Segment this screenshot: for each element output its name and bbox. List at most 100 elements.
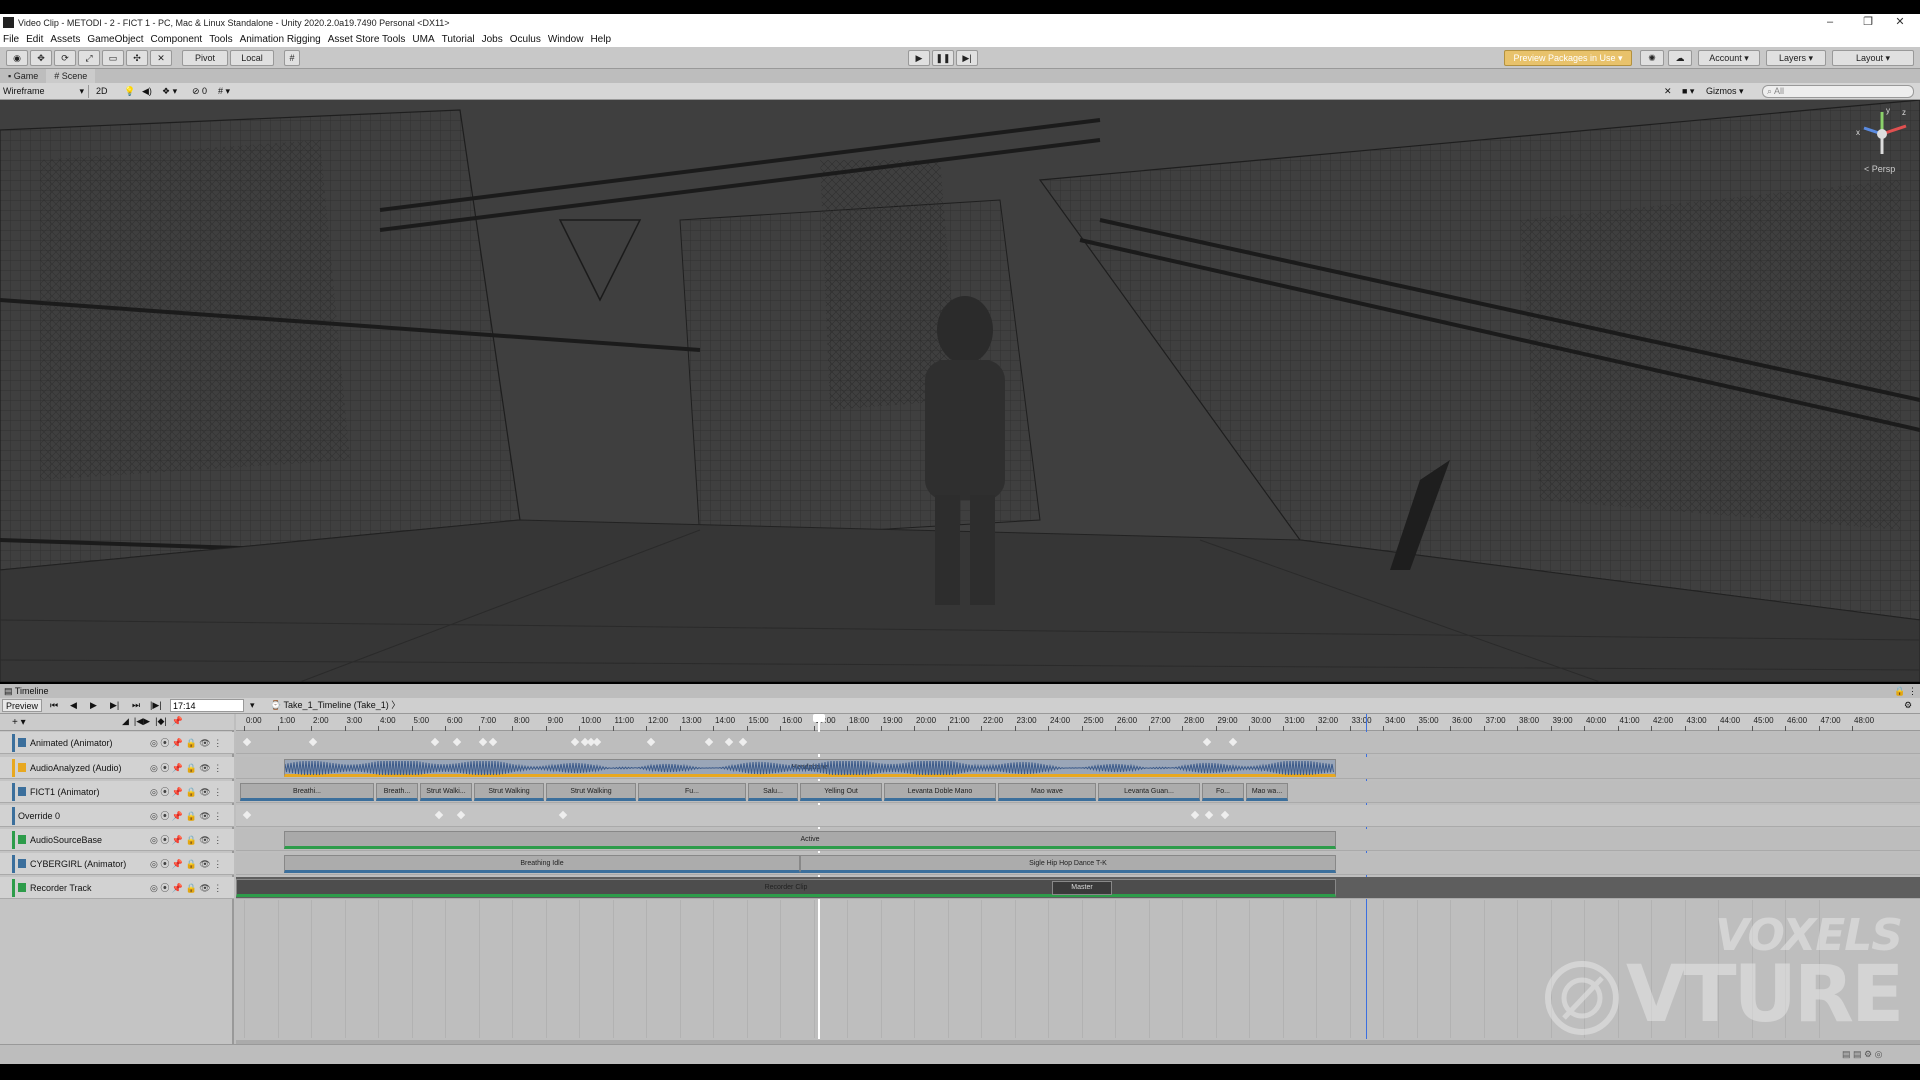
track-lane[interactable] bbox=[236, 732, 1920, 754]
track-cybergirl[interactable]: CYBERGIRL (Animator) ◎ ⦿ 📌 🔒 👁 ⋮ bbox=[0, 853, 234, 875]
preview-toggle[interactable]: Preview bbox=[2, 699, 42, 712]
menu-gameobject[interactable]: GameObject bbox=[87, 34, 143, 45]
lighting-icon[interactable]: 💡 bbox=[124, 85, 135, 98]
transform-tool-icon[interactable]: ✣ bbox=[126, 50, 148, 66]
track-controls-icons[interactable]: ◎ ⦿ 📌 🔒 👁 ⋮ bbox=[150, 781, 222, 803]
rotate-tool-icon[interactable]: ⟳ bbox=[54, 50, 76, 66]
scene-orientation-gizmo[interactable]: z y x < Persp bbox=[1850, 106, 1920, 176]
cloud-icon[interactable]: ☁ bbox=[1668, 50, 1692, 66]
menu-uma[interactable]: UMA bbox=[412, 34, 434, 45]
time-dropdown-icon[interactable]: ▾ bbox=[250, 699, 255, 712]
loop-icon[interactable]: |▶| bbox=[150, 699, 162, 712]
hidden-objects-icon[interactable]: ⊘ 0 bbox=[192, 85, 207, 98]
move-tool-icon[interactable]: ✥ bbox=[30, 50, 52, 66]
pivot-toggle[interactable]: Pivot bbox=[182, 50, 228, 66]
layers-dropdown[interactable]: Layers ▾ bbox=[1766, 50, 1826, 66]
timeline-settings-icon[interactable]: ⚙ bbox=[1904, 699, 1912, 712]
view-tool-icon[interactable]: ◉ bbox=[6, 50, 28, 66]
tab-game[interactable]: ▪ Game bbox=[0, 69, 46, 83]
tab-scene[interactable]: # Scene bbox=[46, 69, 96, 83]
grid-icon[interactable]: # ▾ bbox=[218, 85, 230, 98]
animation-clip[interactable]: Breathi... bbox=[240, 783, 374, 801]
pause-button[interactable]: ❚❚ bbox=[932, 50, 954, 66]
activation-clip[interactable]: Active bbox=[284, 831, 1336, 849]
timeline-asset-breadcrumb[interactable]: ⌚ Take_1_Timeline (Take_1) 〉 bbox=[270, 699, 400, 712]
account-dropdown[interactable]: Account ▾ bbox=[1698, 50, 1760, 66]
preview-packages-button[interactable]: Preview Packages in Use ▾ bbox=[1504, 50, 1632, 66]
track-controls-icons[interactable]: ◎ ⦿ 📌 🔒 👁 ⋮ bbox=[150, 853, 222, 875]
track-recorder[interactable]: Recorder Track ◎ ⦿ 📌 🔒 👁 ⋮ bbox=[0, 877, 234, 899]
animation-clip[interactable]: Mao wa... bbox=[1246, 783, 1288, 801]
track-fict1[interactable]: FICT1 (Animator) ◎ ⦿ 📌 🔒 👁 ⋮ bbox=[0, 781, 234, 803]
track-override-0[interactable]: Override 0 ◎ ⦿ 📌 🔒 👁 ⋮ bbox=[0, 805, 234, 827]
animation-clip[interactable]: Mao wave bbox=[998, 783, 1096, 801]
next-frame-icon[interactable]: ▶| bbox=[110, 699, 119, 712]
tools-icon[interactable]: ✕ bbox=[1664, 85, 1672, 98]
track-controls-icons[interactable]: ◎ ⦿ 📌 🔒 👁 ⋮ bbox=[150, 829, 222, 851]
menu-help[interactable]: Help bbox=[590, 34, 611, 45]
add-track-button[interactable]: + ▾ bbox=[0, 714, 234, 731]
projection-label[interactable]: < Persp bbox=[1864, 164, 1895, 174]
animation-clip[interactable]: Salu... bbox=[748, 783, 798, 801]
layout-dropdown[interactable]: Layout ▾ bbox=[1832, 50, 1914, 66]
shading-mode-dropdown[interactable]: Wireframe ▾ bbox=[3, 85, 89, 98]
snap-icon[interactable]: # bbox=[284, 50, 300, 66]
menu-jobs[interactable]: Jobs bbox=[482, 34, 503, 45]
animation-clip[interactable]: Fo... bbox=[1202, 783, 1244, 801]
track-lane[interactable] bbox=[236, 805, 1920, 827]
local-toggle[interactable]: Local bbox=[230, 50, 274, 66]
menu-oculus[interactable]: Oculus bbox=[510, 34, 541, 45]
gizmos-dropdown[interactable]: Gizmos ▾ bbox=[1706, 85, 1744, 98]
effects-icon[interactable]: ❖ ▾ bbox=[162, 85, 177, 98]
step-button[interactable]: ▶| bbox=[956, 50, 978, 66]
mode-2d-toggle[interactable]: 2D bbox=[96, 85, 108, 98]
animation-clip[interactable]: Breathing Idle bbox=[284, 855, 800, 873]
track-audio-source-base[interactable]: AudioSourceBase ◎ ⦿ 📌 🔒 👁 ⋮ bbox=[0, 829, 234, 851]
track-controls-icons[interactable]: ◎ ⦿ 📌 🔒 👁 ⋮ bbox=[150, 877, 222, 899]
track-audio-analyzed[interactable]: AudioAnalyzed (Audio) ◎ ⦿ 📌 🔒 👁 ⋮ bbox=[0, 757, 234, 779]
menu-tutorial[interactable]: Tutorial bbox=[442, 34, 475, 45]
goto-end-icon[interactable]: ⏭ bbox=[132, 699, 140, 712]
animation-clip[interactable]: Levanta Doble Mano bbox=[884, 783, 996, 801]
track-controls-icons[interactable]: ◎ ⦿ 📌 🔒 👁 ⋮ bbox=[150, 757, 222, 779]
goto-start-icon[interactable]: ⏮ bbox=[50, 699, 58, 712]
timeline-lock-icon[interactable]: 🔒 bbox=[1894, 684, 1905, 698]
track-controls-icons[interactable]: ◎ ⦿ 📌 🔒 👁 ⋮ bbox=[150, 732, 222, 754]
menu-asset-store-tools[interactable]: Asset Store Tools bbox=[328, 34, 406, 45]
animation-clip[interactable]: Strut Walki... bbox=[420, 783, 472, 801]
services-icon[interactable]: ✺ bbox=[1640, 50, 1664, 66]
track-controls-icons[interactable]: ◎ ⦿ 📌 🔒 👁 ⋮ bbox=[150, 805, 222, 827]
scale-tool-icon[interactable]: ⤢ bbox=[78, 50, 100, 66]
recorder-master-clip[interactable]: Master bbox=[1052, 881, 1112, 895]
animation-clip[interactable]: Fu... bbox=[638, 783, 746, 801]
audio-icon[interactable]: ◀) bbox=[142, 85, 152, 98]
status-icons[interactable]: ▤ ▤ ⚙ ◎ bbox=[1842, 1049, 1882, 1060]
track-animated[interactable]: Animated (Animator) ◎ ⦿ 📌 🔒 👁 ⋮ bbox=[0, 732, 234, 754]
animation-clip[interactable]: Levanta Guan... bbox=[1098, 783, 1200, 801]
playhead-handle[interactable] bbox=[813, 714, 825, 722]
minimize-button[interactable]: – bbox=[1810, 14, 1850, 31]
scene-viewport[interactable]: z y x < Persp bbox=[0, 100, 1920, 682]
menu-window[interactable]: Window bbox=[548, 34, 584, 45]
recorder-clip[interactable]: Recorder Clip bbox=[236, 879, 1336, 897]
menu-tools[interactable]: Tools bbox=[209, 34, 232, 45]
animation-clip[interactable]: Yelling Out bbox=[800, 783, 882, 801]
menu-edit[interactable]: Edit bbox=[26, 34, 43, 45]
animation-clip[interactable]: Strut Walking bbox=[546, 783, 636, 801]
menu-assets[interactable]: Assets bbox=[50, 34, 80, 45]
timeline-play-icon[interactable]: ▶ bbox=[90, 699, 97, 712]
menu-component[interactable]: Component bbox=[151, 34, 203, 45]
scene-search-input[interactable]: ⌕ All bbox=[1762, 85, 1914, 98]
menu-animation-rigging[interactable]: Animation Rigging bbox=[240, 34, 321, 45]
track-filter-icons[interactable]: ◢ |◀▶ |◆| 📌 bbox=[122, 716, 183, 727]
timeline-window-tab[interactable]: ▤ Timeline 🔒 ⋮ bbox=[0, 684, 1920, 698]
custom-tool-icon[interactable]: ✕ bbox=[150, 50, 172, 66]
timeline-ruler[interactable]: 0:00 1:00 2:00 3:00 4:00 5:00 6:00 7:00 8:00 9:00… bbox=[236, 714, 1920, 731]
menu-file[interactable]: File bbox=[3, 34, 19, 45]
animation-clip[interactable]: Sigle Hip Hop Dance T-K bbox=[800, 855, 1336, 873]
camera-icon[interactable]: ■ ▾ bbox=[1682, 85, 1694, 98]
timeline-menu-icon[interactable]: ⋮ bbox=[1908, 684, 1917, 698]
animation-clip[interactable]: Strut Walking bbox=[474, 783, 544, 801]
current-time-field[interactable] bbox=[170, 699, 244, 712]
prev-frame-icon[interactable]: ◀ bbox=[70, 699, 77, 712]
